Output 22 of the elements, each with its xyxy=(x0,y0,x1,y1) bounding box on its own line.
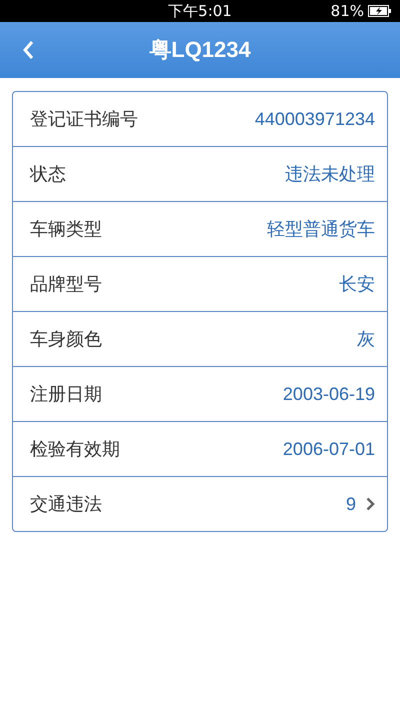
row-label: 注册日期 xyxy=(30,383,102,406)
row-value[interactable]: 9 xyxy=(346,494,356,514)
row-value: 灰 xyxy=(357,328,375,351)
row-label: 车身颜色 xyxy=(30,328,102,351)
battery-percent: 81% xyxy=(330,2,364,20)
row-label: 交通违法 xyxy=(30,493,102,516)
row-label: 品牌型号 xyxy=(30,273,102,296)
row-label: 检验有效期 xyxy=(30,438,120,461)
row-value: 2003-06-19 xyxy=(282,384,375,404)
row-value: 2006-07-01 xyxy=(282,438,375,460)
status-time: 下午5:01 xyxy=(168,2,232,20)
row-label: 车辆类型 xyxy=(30,218,102,241)
back-icon xyxy=(22,40,34,60)
row-value: 440003971234 xyxy=(254,108,375,130)
row-label: 登记证书编号 xyxy=(30,108,138,131)
row-value: 违法未处理 xyxy=(285,163,375,186)
row-value: 轻型普通货车 xyxy=(267,218,375,241)
chevron-icon xyxy=(366,497,375,511)
nav-title: 粤LQ1234 xyxy=(149,36,251,64)
row-value: 长安 xyxy=(339,273,375,296)
battery-icon xyxy=(368,5,392,17)
row-label: 状态 xyxy=(30,163,66,186)
